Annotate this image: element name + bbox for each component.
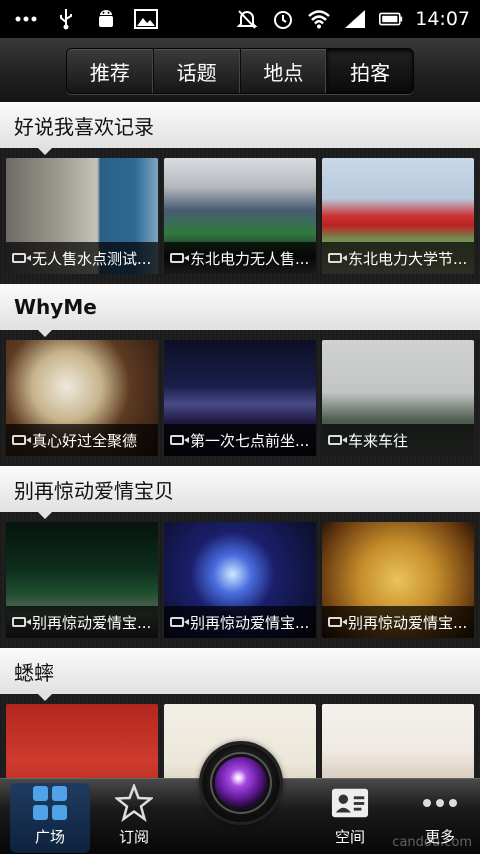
- thumbnail-row: 别再惊动爱情宝... 别再惊动爱情宝... 别再惊动爱情宝...: [0, 512, 480, 648]
- video-thumbnail[interactable]: 东北电力大学节...: [322, 158, 474, 274]
- thumbnail-row: 无人售水点测试... 东北电力无人售... 东北电力大学节...: [0, 148, 480, 284]
- alarm-icon: [271, 7, 295, 31]
- contact-card-icon: [331, 784, 369, 822]
- video-thumbnail[interactable]: [6, 704, 158, 778]
- nav-subscribe[interactable]: 订阅: [94, 783, 174, 853]
- image-icon: [134, 7, 158, 31]
- video-thumbnail[interactable]: 无人售水点测试...: [6, 158, 158, 274]
- video-icon: [328, 435, 347, 445]
- android-debug-icon: [94, 7, 118, 31]
- status-bar: 14:07: [0, 0, 480, 38]
- video-thumbnail[interactable]: 真心好过全聚德: [6, 340, 158, 456]
- video-icon: [12, 253, 31, 263]
- section-title[interactable]: 好说我喜欢记录: [0, 102, 480, 155]
- video-icon: [328, 253, 347, 263]
- video-thumbnail[interactable]: 别再惊动爱情宝...: [322, 522, 474, 638]
- tab-places[interactable]: 地点: [241, 49, 328, 93]
- video-icon: [170, 253, 189, 263]
- star-icon: [115, 784, 153, 822]
- grid-icon: [31, 784, 69, 822]
- top-tab-bar-area: 推荐 话题 地点 拍客: [0, 38, 480, 102]
- mute-bell-icon: [235, 7, 259, 31]
- section-title[interactable]: 蟋蟀: [0, 648, 480, 701]
- battery-icon: [379, 7, 403, 31]
- user-section: WhyMe 真心好过全聚德 第一次七点前坐... 车来车往: [0, 284, 480, 466]
- user-section: 别再惊动爱情宝贝 别再惊动爱情宝... 别再惊动爱情宝... 别再惊动爱情宝..…: [0, 466, 480, 648]
- feed-content[interactable]: 好说我喜欢记录 无人售水点测试... 东北电力无人售... 东北电力大学节...…: [0, 102, 480, 778]
- video-icon: [170, 435, 189, 445]
- video-icon: [12, 435, 31, 445]
- clock: 14:07: [415, 8, 470, 30]
- video-thumbnail[interactable]: 车来车往: [322, 340, 474, 456]
- video-thumbnail[interactable]: 别再惊动爱情宝...: [164, 522, 316, 638]
- section-title[interactable]: 别再惊动爱情宝贝: [0, 466, 480, 519]
- segmented-tabs: 推荐 话题 地点 拍客: [66, 48, 414, 94]
- user-section: 好说我喜欢记录 无人售水点测试... 东北电力无人售... 东北电力大学节...: [0, 102, 480, 284]
- thumbnail-row: 真心好过全聚德 第一次七点前坐... 车来车往: [0, 330, 480, 466]
- camera-lens-icon: [215, 757, 267, 809]
- more-dots-icon: [14, 7, 38, 31]
- nav-space[interactable]: 空间: [310, 783, 390, 853]
- signal-icon: [343, 7, 367, 31]
- video-thumbnail[interactable]: 东北电力无人售...: [164, 158, 316, 274]
- video-icon: [328, 617, 347, 627]
- watermark: candou.com: [392, 835, 472, 850]
- video-thumbnail[interactable]: 别再惊动爱情宝...: [6, 522, 158, 638]
- video-icon: [12, 617, 31, 627]
- video-icon: [170, 617, 189, 627]
- video-thumbnail[interactable]: [322, 704, 474, 778]
- more-dots-icon: [421, 784, 459, 822]
- usb-icon: [54, 7, 78, 31]
- nav-plaza[interactable]: 广场: [10, 783, 90, 853]
- video-thumbnail[interactable]: 第一次七点前坐...: [164, 340, 316, 456]
- section-title[interactable]: WhyMe: [0, 284, 480, 337]
- tab-recommend[interactable]: 推荐: [67, 49, 154, 93]
- camera-record-button[interactable]: [202, 744, 280, 822]
- tab-paike[interactable]: 拍客: [327, 49, 413, 93]
- wifi-icon: [307, 7, 331, 31]
- tab-topics[interactable]: 话题: [154, 49, 241, 93]
